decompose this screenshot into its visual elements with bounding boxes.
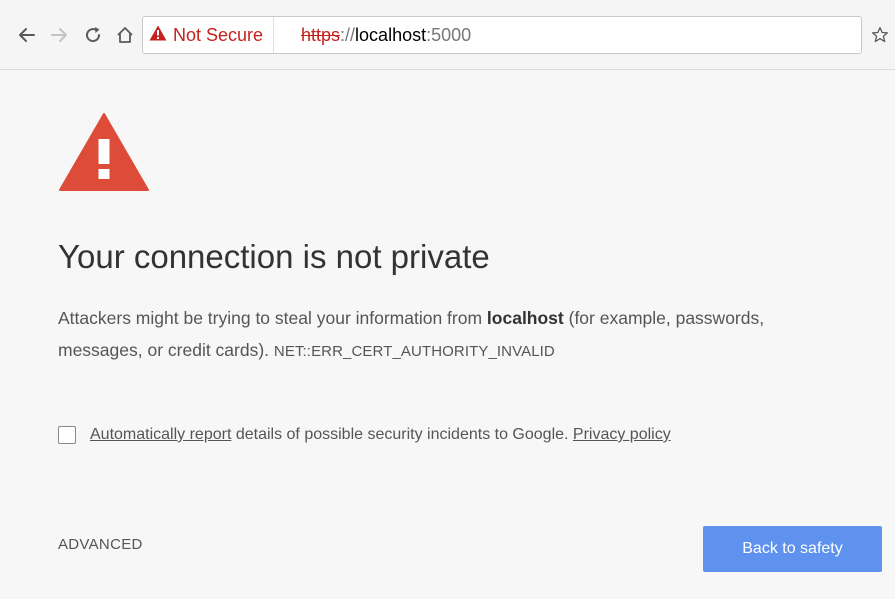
- star-icon[interactable]: [868, 22, 892, 48]
- report-option: Automatically report details of possible…: [58, 426, 671, 444]
- report-checkbox[interactable]: [58, 426, 76, 444]
- error-code[interactable]: NET::ERR_CERT_AUTHORITY_INVALID: [274, 343, 555, 360]
- url-host: localhost: [355, 25, 427, 45]
- automatic-report-link[interactable]: Automatically report: [90, 426, 231, 444]
- security-indicator[interactable]: Not Secure: [149, 17, 275, 53]
- page-title: Your connection is not private: [58, 238, 490, 275]
- url-scheme: https: [301, 25, 341, 45]
- home-icon[interactable]: [112, 22, 138, 48]
- report-description: details of possible security incidents t…: [231, 426, 573, 443]
- url-text[interactable]: https://localhost:5000: [301, 17, 471, 53]
- privacy-error-page: Your connection is not private Attackers…: [0, 70, 895, 599]
- warning-triangle-icon: [58, 112, 150, 192]
- url-separator: ://: [340, 25, 356, 45]
- reload-icon[interactable]: [80, 22, 106, 48]
- back-to-safety-button[interactable]: Back to safety: [703, 526, 882, 572]
- advanced-button[interactable]: ADVANCED: [58, 536, 143, 553]
- description-text: Attackers might be trying to steal your …: [58, 308, 487, 328]
- privacy-policy-link[interactable]: Privacy policy: [573, 426, 671, 444]
- browser-window: Not Secure https://localhost:5000 Your c…: [0, 0, 895, 599]
- description-host: localhost: [486, 308, 564, 328]
- security-status-label: Not Secure: [173, 24, 264, 45]
- arrow-right-icon[interactable]: [46, 22, 72, 48]
- address-bar[interactable]: Not Secure https://localhost:5000: [142, 16, 862, 54]
- browser-toolbar: Not Secure https://localhost:5000: [0, 0, 895, 70]
- url-port: :5000: [426, 25, 472, 45]
- arrow-left-icon[interactable]: [14, 22, 40, 48]
- error-description: Attackers might be trying to steal your …: [58, 302, 848, 368]
- warning-triangle-icon: [149, 25, 167, 46]
